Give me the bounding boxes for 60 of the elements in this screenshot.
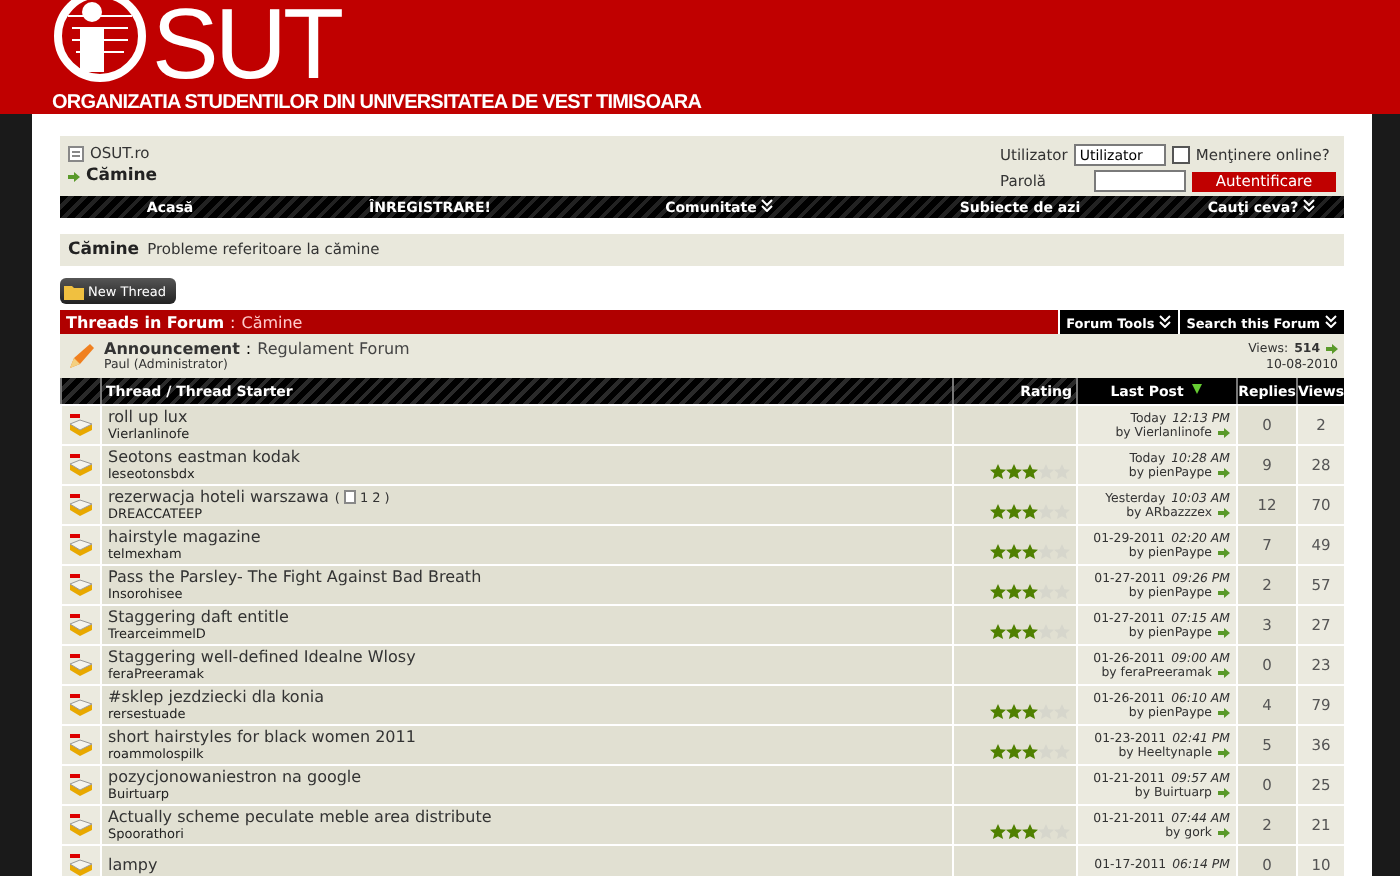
thread-icon	[68, 574, 94, 596]
arrow-icon[interactable]	[1326, 343, 1338, 353]
thread-icon	[68, 814, 94, 836]
page-icon	[68, 145, 84, 161]
arrow-icon[interactable]	[1218, 667, 1230, 677]
forum-name: Cămine	[241, 313, 303, 331]
arrow-icon[interactable]	[68, 171, 80, 181]
thread-icon	[68, 694, 94, 716]
thread-title[interactable]: pozycjonowaniestron na google	[108, 768, 362, 786]
arrow-icon[interactable]	[1218, 467, 1230, 477]
arrow-icon[interactable]	[1218, 547, 1230, 557]
caret-icon	[1302, 198, 1317, 212]
thread-title[interactable]: rezerwacja hoteli warszawa	[108, 488, 329, 506]
thread-icon	[68, 534, 94, 556]
remember-checkbox[interactable]	[1171, 146, 1190, 164]
thread-title[interactable]: short hairstyles for black women 2011	[108, 728, 416, 746]
thread-title[interactable]: roll up lux	[108, 408, 188, 426]
thread-title[interactable]: lampy	[108, 856, 158, 874]
arrow-icon[interactable]	[1218, 707, 1230, 717]
caret-icon	[760, 198, 775, 212]
thread-title[interactable]: hairstyle magazine	[108, 528, 261, 546]
header-cell	[60, 378, 100, 404]
announcement-link[interactable]: Regulament Forum	[257, 340, 410, 358]
thread-title[interactable]: Seotons eastman kodak	[108, 448, 300, 466]
logo-text: SUT	[152, 2, 340, 86]
thread-title[interactable]: Actually scheme peculate meble area distribute	[108, 808, 492, 826]
thread-icon	[68, 734, 94, 756]
thread-icon	[68, 454, 94, 476]
arrow-icon[interactable]	[1218, 587, 1230, 597]
thread-title[interactable]: Staggering daft entitle	[108, 608, 289, 626]
thread-icon	[68, 414, 94, 436]
forum-bar-label: Threads in Forum	[66, 313, 225, 331]
thread-icon	[68, 854, 94, 876]
thread-icon	[68, 654, 94, 676]
forum-title: Cămine	[68, 240, 140, 260]
arrow-icon[interactable]	[1218, 427, 1230, 437]
logo-icon[interactable]	[52, 0, 148, 84]
separator: :	[245, 340, 252, 358]
arrow-icon[interactable]	[1218, 787, 1230, 797]
separator: :	[230, 313, 236, 331]
thread-title[interactable]: Staggering well-defined Idealne Wlosy	[108, 648, 416, 666]
pencil-icon	[66, 341, 96, 371]
caret-icon	[1324, 313, 1338, 327]
thread-icon	[68, 774, 94, 796]
thread-title[interactable]: Pass the Parsley- The Fight Against Bad Breath	[108, 568, 482, 586]
arrow-icon[interactable]	[1218, 747, 1230, 757]
password-field[interactable]	[1094, 170, 1186, 192]
arrow-icon[interactable]	[1218, 627, 1230, 637]
arrow-icon[interactable]	[1218, 507, 1230, 517]
site-subtitle: ORGANIZATIA STUDENTILOR DIN UNIVERSITATEA DE VEST TIMISOARA	[52, 92, 702, 114]
sort-icon	[1189, 382, 1204, 396]
thread-icon	[68, 494, 94, 516]
current-page: Cămine	[86, 166, 158, 186]
announcement-label: Announcement	[104, 340, 240, 358]
arrow-icon[interactable]	[1218, 827, 1230, 837]
folder-icon	[64, 283, 84, 299]
thread-title[interactable]: #sklep jezdziecki dla konia	[108, 688, 325, 706]
pages-icon	[343, 490, 356, 504]
caret-icon	[1158, 313, 1173, 327]
thread-icon	[68, 614, 94, 636]
